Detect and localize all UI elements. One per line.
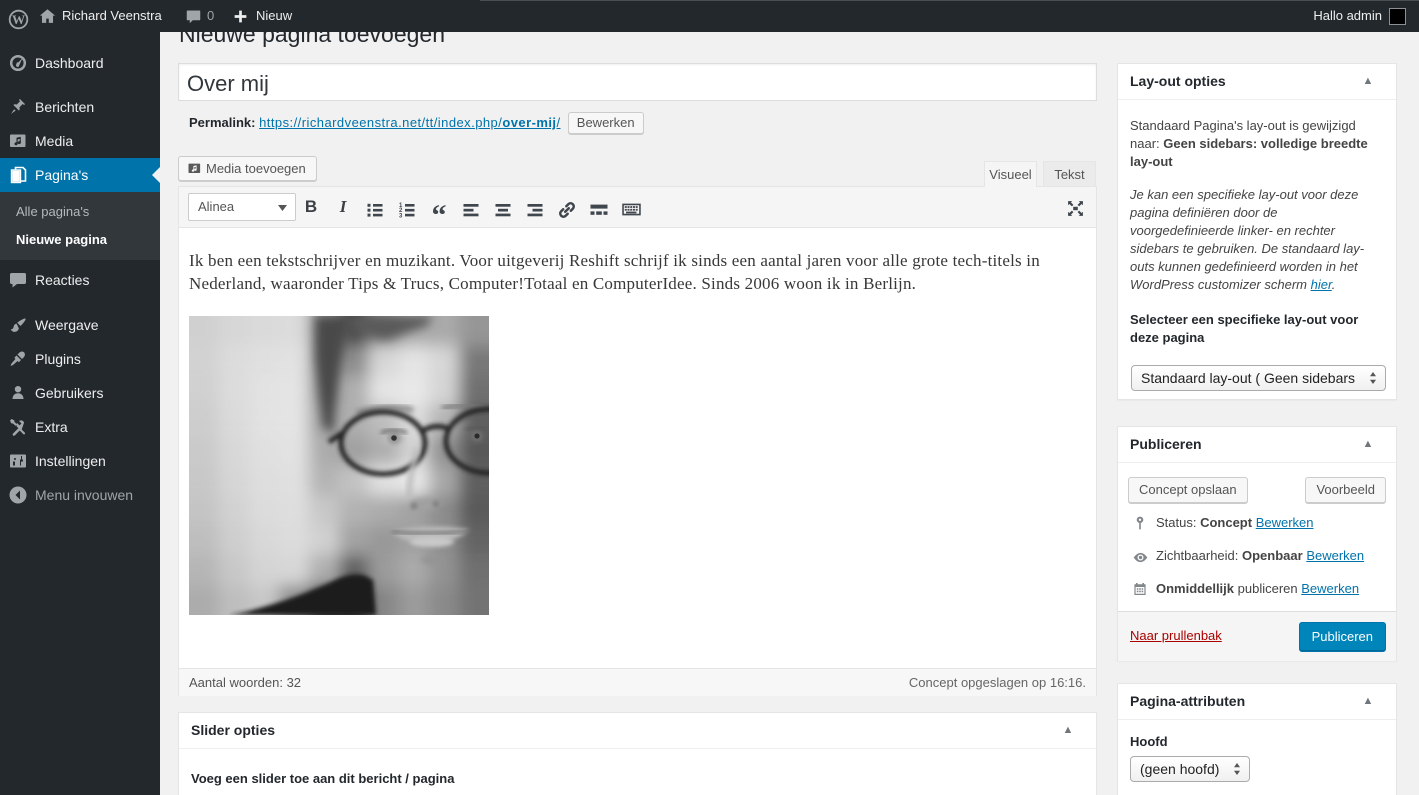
svg-text:3: 3 — [399, 213, 403, 219]
svg-text:W: W — [11, 11, 24, 26]
